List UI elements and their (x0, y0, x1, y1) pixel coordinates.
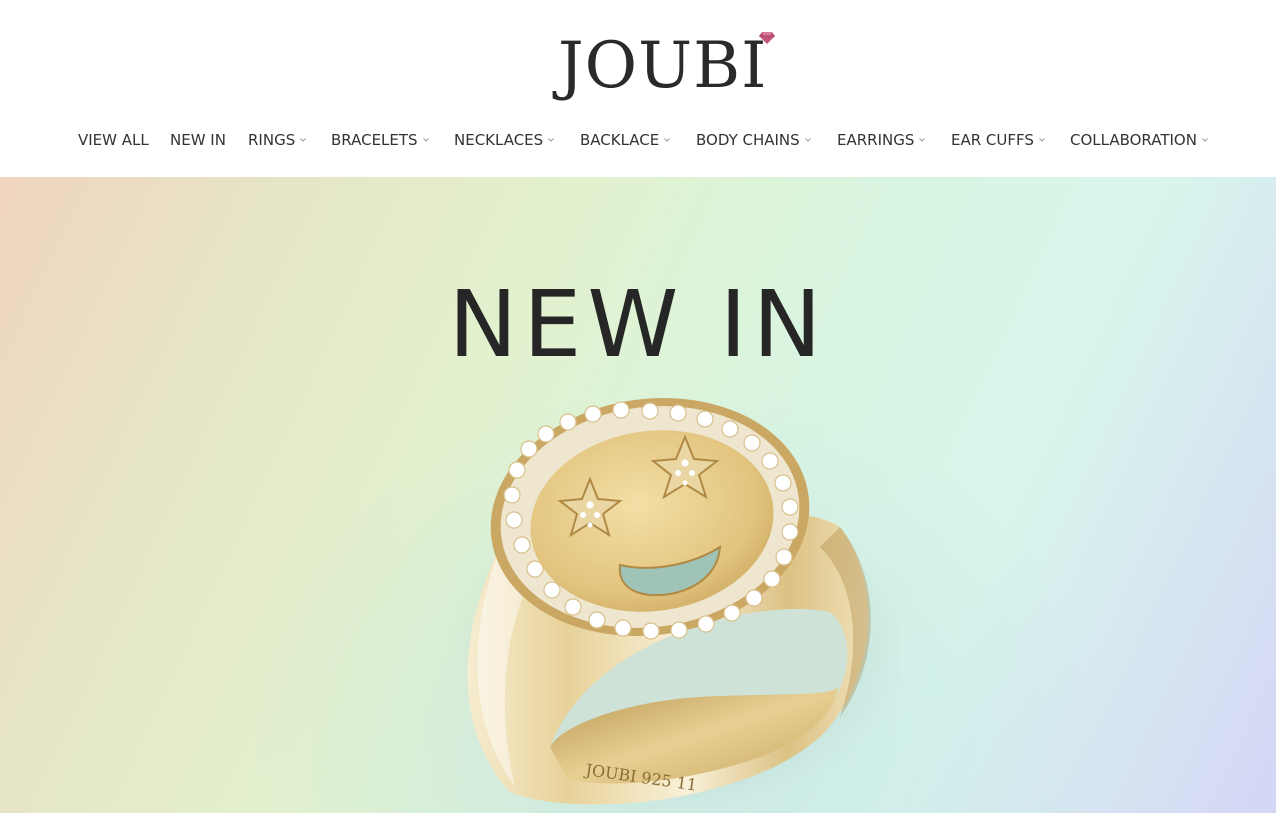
chevron-down-icon (1037, 135, 1047, 145)
nav-item-label: VIEW ALL (78, 131, 149, 149)
nav-item-collaboration[interactable]: COLLABORATION (1070, 128, 1210, 152)
nav-item-rings[interactable]: RINGS (248, 128, 308, 152)
chevron-down-icon (662, 135, 672, 145)
nav-item-necklaces[interactable]: NECKLACES (454, 128, 556, 152)
chevron-down-icon (803, 135, 813, 145)
nav-item-earrings[interactable]: EARRINGS (837, 128, 927, 152)
hero-banner[interactable]: NEW IN JOUBI 925 11 (0, 177, 1276, 813)
site-header: JOUBI VIEW ALL NEW IN RINGS BRACELETS NE… (0, 0, 1276, 177)
chevron-down-icon (546, 135, 556, 145)
chevron-down-icon (917, 135, 927, 145)
nav-item-bracelets[interactable]: BRACELETS (331, 128, 431, 152)
chevron-down-icon (298, 135, 308, 145)
nav-item-label: BACKLACE (580, 131, 660, 149)
ring-product-image[interactable]: JOUBI 925 11 (440, 397, 900, 807)
main-navigation: VIEW ALL NEW IN RINGS BRACELETS NECKLACE… (0, 128, 1276, 152)
nav-item-label: NECKLACES (454, 131, 544, 149)
nav-item-label: COLLABORATION (1070, 131, 1197, 149)
brand-logo[interactable]: JOUBI (556, 26, 780, 104)
nav-item-label: EARRINGS (837, 131, 915, 149)
nav-item-label: RINGS (248, 131, 296, 149)
hero-title: NEW IN (448, 271, 828, 378)
chevron-down-icon (1200, 135, 1210, 145)
nav-item-backlace[interactable]: BACKLACE (580, 128, 672, 152)
nav-item-view-all[interactable]: VIEW ALL (78, 128, 149, 152)
nav-item-label: BODY CHAINS (696, 131, 800, 149)
nav-item-label: NEW IN (170, 131, 226, 149)
nav-item-label: BRACELETS (331, 131, 418, 149)
gem-icon (759, 32, 775, 44)
nav-item-body-chains[interactable]: BODY CHAINS (696, 128, 813, 152)
nav-item-new-in[interactable]: NEW IN (170, 128, 226, 152)
logo-wordmark: JOUBI (558, 29, 768, 103)
chevron-down-icon (421, 135, 431, 145)
nav-item-label: EAR CUFFS (951, 131, 1034, 149)
nav-item-ear-cuffs[interactable]: EAR CUFFS (951, 128, 1047, 152)
